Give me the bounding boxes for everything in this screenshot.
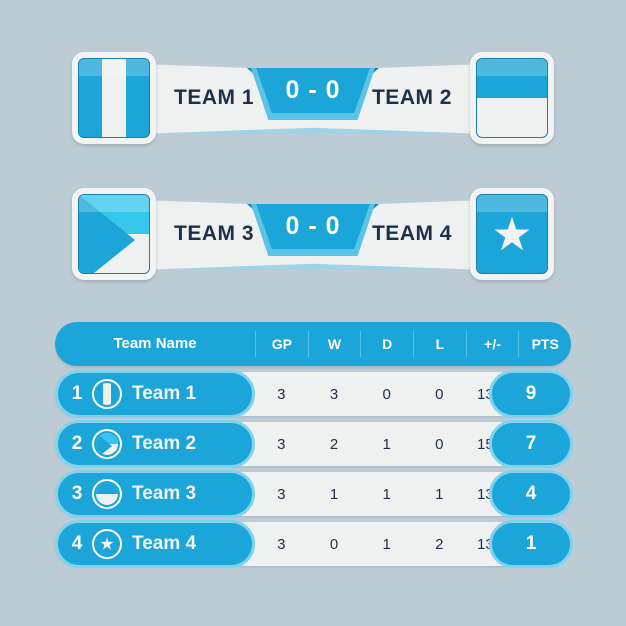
row-d: 1 [382, 485, 391, 503]
score-badge-inner: 0 - 0 [256, 68, 370, 113]
row-l: 2 [435, 535, 444, 553]
row-w: 0 [329, 535, 339, 553]
column-header-d[interactable]: D [360, 331, 413, 357]
table-row[interactable]: 3 Team 3 3 1 1 1 13-3 4 [55, 470, 573, 518]
home-flag-badge [72, 188, 156, 280]
row-gp: 3 [277, 385, 286, 403]
table-row[interactable]: 4 ★ Team 4 3 0 1 2 13-3 1 [55, 520, 573, 568]
column-header-team-name[interactable]: Team Name [55, 331, 255, 357]
away-flag-badge: ★ [470, 188, 554, 280]
match-ribbon: TEAM 3 TEAM 4 0 - 0 [130, 200, 496, 270]
row-team-name: Team 4 [132, 533, 197, 554]
home-team-label: TEAM 3 [174, 222, 255, 245]
row-d: 1 [382, 535, 391, 553]
home-flag-badge [72, 52, 156, 144]
star-glyph: ★ [491, 208, 533, 260]
row-w: 1 [329, 485, 339, 503]
row-gp: 3 [277, 435, 286, 453]
row-team-pill[interactable]: 1 Team 1 [55, 370, 255, 418]
column-header-gp[interactable]: GP [255, 331, 308, 357]
score-value: 0 - 0 [285, 76, 341, 104]
row-gp: 3 [277, 485, 286, 503]
flag-hoist-triangle-icon [78, 194, 150, 274]
score-value: 0 - 0 [285, 212, 341, 240]
row-rank: 1 [71, 383, 83, 404]
row-d: 0 [382, 385, 391, 403]
row-pts-badge: 4 [489, 470, 573, 518]
home-team-label: TEAM 1 [174, 86, 255, 109]
table-row[interactable]: 1 Team 1 3 3 0 0 13-3 9 [55, 370, 573, 418]
row-rank: 2 [71, 433, 83, 454]
column-header-l[interactable]: L [413, 331, 466, 357]
row-d: 1 [382, 435, 391, 453]
row-team-name: Team 1 [132, 383, 197, 404]
match-ribbon: TEAM 1 TEAM 2 0 - 0 [130, 64, 496, 134]
row-team-pill[interactable]: 4 ★ Team 4 [55, 520, 255, 568]
score-badge: 0 - 0 [247, 68, 379, 120]
column-header-goal-difference[interactable]: +/- [465, 331, 519, 357]
flag-horizontal-bicolor-icon [92, 479, 122, 509]
flag-vertical-triband-icon [78, 58, 150, 138]
row-pts-badge: 7 [489, 420, 573, 468]
row-l: 1 [435, 485, 444, 503]
score-badge: 0 - 0 [247, 204, 379, 256]
match-banner: TEAM 1 TEAM 2 0 - 0 [0, 52, 626, 152]
column-header-w[interactable]: W [307, 331, 361, 357]
standings-table: Team Name GP W D L +/- PTS 1 Team 1 3 3 … [55, 322, 573, 568]
column-header-pts[interactable]: PTS [518, 331, 571, 357]
table-row[interactable]: 2 Team 2 3 2 1 0 15-8 7 [55, 420, 573, 468]
flag-horizontal-bicolor-icon [476, 58, 548, 138]
away-flag-badge [470, 52, 554, 144]
row-l: 0 [435, 385, 444, 403]
row-team-pill[interactable]: 2 Team 2 [55, 420, 255, 468]
row-w: 2 [329, 435, 339, 453]
row-gp: 3 [277, 535, 286, 553]
flag-star-icon: ★ [476, 194, 548, 274]
row-team-name: Team 3 [132, 483, 197, 504]
row-pts-badge: 1 [489, 520, 573, 568]
row-team-pill[interactable]: 3 Team 3 [55, 470, 255, 518]
row-team-name: Team 2 [132, 433, 197, 454]
away-team-label: TEAM 4 [371, 222, 452, 245]
star-glyph: ★ [99, 534, 115, 554]
flag-star-icon: ★ [92, 529, 122, 559]
row-pts-badge: 9 [489, 370, 573, 418]
flag-vertical-triband-icon [92, 379, 122, 409]
table-header-row: Team Name GP W D L +/- PTS [55, 322, 571, 366]
score-badge-inner: 0 - 0 [256, 204, 370, 249]
row-rank: 4 [71, 533, 83, 554]
match-banner: TEAM 3 TEAM 4 0 - 0 ★ [0, 188, 626, 288]
row-l: 0 [435, 435, 444, 453]
row-w: 3 [329, 385, 339, 403]
flag-hoist-triangle-icon [92, 429, 122, 459]
row-rank: 3 [71, 483, 83, 504]
away-team-label: TEAM 2 [371, 86, 452, 109]
